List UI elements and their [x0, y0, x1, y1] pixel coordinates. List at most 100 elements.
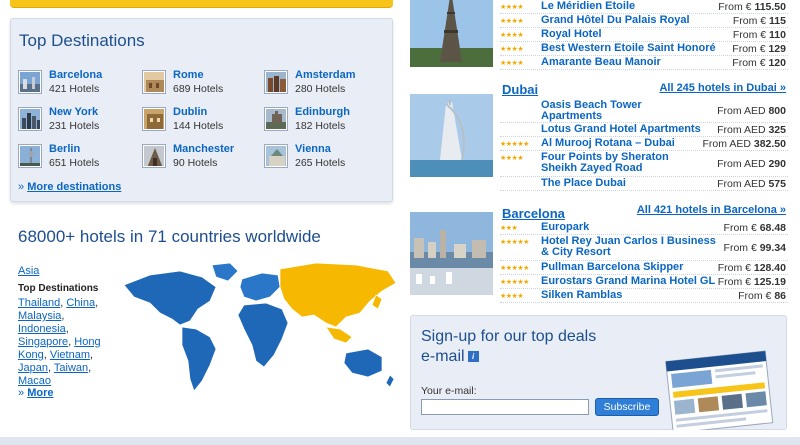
destination-barcelona[interactable]: Barcelona 421 Hotels	[19, 69, 139, 99]
destination-count: 265 Hotels	[295, 157, 346, 169]
hotel-name[interactable]: Grand Hôtel Du Palais Royal	[541, 15, 690, 26]
map-australia	[343, 348, 383, 378]
hotel-row[interactable]: ★★★★★ Pullman Barcelona Skipper From € 1…	[500, 261, 788, 275]
hotel-row[interactable]: Lotus Grand Hotel Apartments From AED 32…	[500, 123, 788, 137]
hotel-name[interactable]: Hotel Rey Juan Carlos I Business & City …	[541, 236, 716, 258]
destination-name[interactable]: Barcelona	[49, 69, 102, 81]
star-rating: ★★★★	[500, 4, 524, 11]
destination-rome[interactable]: Rome 689 Hotels	[143, 69, 263, 99]
signup-title-line1: Sign-up for our top deals	[421, 328, 597, 345]
destination-edinburgh[interactable]: Edinburgh 182 Hotels	[265, 106, 385, 136]
more-prefix: »	[18, 181, 25, 193]
paris-photo[interactable]	[410, 0, 493, 67]
signup-title: Sign-up for our top deals e-mail i	[421, 327, 596, 367]
hotel-price: From € 115.50	[718, 1, 786, 13]
country-link[interactable]: China	[66, 297, 95, 309]
destination-manchester[interactable]: Manchester 90 Hotels	[143, 143, 263, 173]
info-icon[interactable]: i	[467, 351, 479, 363]
country-link[interactable]: Vietnam	[50, 349, 90, 361]
destination-vienna[interactable]: Vienna 265 Hotels	[265, 143, 385, 173]
hotel-name[interactable]: Best Western Etoile Saint Honoré	[541, 43, 716, 54]
dubai-photo[interactable]	[410, 94, 493, 177]
hotel-name[interactable]: Pullman Barcelona Skipper	[541, 262, 683, 273]
destination-amsterdam[interactable]: Amsterdam 280 Hotels	[265, 69, 385, 99]
hotel-row[interactable]: ★★★★ Best Western Etoile Saint Honoré Fr…	[500, 42, 788, 56]
more-destinations-link[interactable]: More destinations	[27, 181, 121, 193]
hotel-row[interactable]: Oasis Beach Tower Apartments From AED 80…	[500, 99, 788, 123]
hotel-price: From € 86	[738, 290, 786, 302]
hotel-name[interactable]: Amarante Beau Manoir	[541, 57, 661, 68]
subscribe-button[interactable]: Subscribe	[595, 398, 659, 416]
map-southeast-asia	[325, 326, 353, 344]
vienna-thumbnail	[265, 145, 287, 167]
map-europe	[239, 272, 281, 302]
all-hotels-dubai-link[interactable]: All 245 hotels in Dubai »	[659, 82, 786, 94]
hotel-name[interactable]: Oasis Beach Tower Apartments	[541, 100, 671, 122]
country-link[interactable]: Malaysia	[18, 310, 61, 322]
hotel-name[interactable]: Silken Ramblas	[541, 290, 622, 301]
city-name-barcelona[interactable]: Barcelona	[502, 206, 565, 221]
region-more[interactable]: » More	[18, 387, 53, 399]
hotel-row[interactable]: The Place Dubai From AED 575	[500, 177, 788, 191]
destination-count: 421 Hotels	[49, 83, 100, 95]
star-rating: ★★★	[500, 225, 518, 232]
rome-thumbnail	[143, 71, 165, 93]
hotel-name[interactable]: Eurostars Grand Marina Hotel GL	[541, 276, 715, 287]
destination-new-york[interactable]: New York 231 Hotels	[19, 106, 139, 136]
hotel-row[interactable]: ★★★★ Amarante Beau Manoir From € 120	[500, 56, 788, 70]
destination-name[interactable]: Edinburgh	[295, 106, 350, 118]
destination-dublin[interactable]: Dublin 144 Hotels	[143, 106, 263, 136]
hotel-price: From € 125.19	[717, 276, 786, 288]
hotel-name[interactable]: Four Points by Sheraton Sheikh Zayed Roa…	[541, 152, 681, 174]
destination-name[interactable]: Dublin	[173, 106, 207, 118]
hotel-name[interactable]: The Place Dubai	[541, 178, 626, 189]
hotel-price: From € 115	[732, 15, 786, 27]
hotel-name[interactable]: Royal Hotel	[541, 29, 602, 40]
email-field[interactable]	[421, 399, 589, 415]
destination-name[interactable]: Manchester	[173, 143, 234, 155]
country-link[interactable]: Japan	[18, 362, 48, 374]
country-link[interactable]: Thailand	[18, 297, 60, 309]
hotel-row[interactable]: ★★★★ Four Points by Sheraton Sheikh Zaye…	[500, 151, 788, 177]
map-south-america	[181, 326, 217, 392]
hotel-row[interactable]: ★★★★★ Al Murooj Rotana – Dubai From AED …	[500, 137, 788, 151]
barcelona-photo[interactable]	[410, 212, 493, 295]
region-link-asia[interactable]: Asia	[18, 265, 39, 277]
hotel-row[interactable]: ★★★★ Royal Hotel From € 110	[500, 28, 788, 42]
map-asia	[279, 262, 397, 328]
destination-berlin[interactable]: Berlin 651 Hotels	[19, 143, 139, 173]
hotel-row[interactable]: ★★★★ Le Méridien Etoile From € 115.50	[500, 0, 788, 14]
destination-name[interactable]: New York	[49, 106, 98, 118]
destination-name[interactable]: Amsterdam	[295, 69, 356, 81]
destination-name[interactable]: Berlin	[49, 143, 80, 155]
hotel-price: From € 110	[732, 29, 786, 41]
star-rating: ★★★★	[500, 155, 524, 162]
country-link[interactable]: Macao	[18, 375, 51, 387]
hotel-row[interactable]: ★★★★★ Eurostars Grand Marina Hotel GL Fr…	[500, 275, 788, 289]
region-more-link[interactable]: More	[27, 387, 53, 399]
hotel-name[interactable]: Europark	[541, 222, 589, 233]
hotel-price: From AED 325	[717, 124, 786, 136]
hotel-name[interactable]: Le Méridien Etoile	[541, 1, 635, 12]
map-north-america	[123, 270, 217, 326]
country-link[interactable]: Indonesia	[18, 323, 66, 335]
country-link[interactable]: Taiwan	[54, 362, 88, 374]
destination-name[interactable]: Rome	[173, 69, 204, 81]
berlin-thumbnail	[19, 145, 41, 167]
map-new-zealand	[385, 374, 395, 388]
all-hotels-barcelona-link[interactable]: All 421 hotels in Barcelona »	[637, 204, 786, 216]
country-link[interactable]: Singapore	[18, 336, 68, 348]
destination-count: 231 Hotels	[49, 120, 100, 132]
more-destinations[interactable]: » More destinations	[18, 181, 121, 193]
hotel-row[interactable]: ★★★★ Grand Hôtel Du Palais Royal From € …	[500, 14, 788, 28]
hotel-row[interactable]: ★★★ Europark From € 68.48	[500, 221, 788, 235]
hotel-row[interactable]: ★★★★★ Hotel Rey Juan Carlos I Business &…	[500, 235, 788, 261]
hotel-row[interactable]: ★★★★ Silken Ramblas From € 86	[500, 289, 788, 303]
hotel-name[interactable]: Lotus Grand Hotel Apartments	[541, 124, 701, 135]
city-name-dubai[interactable]: Dubai	[502, 82, 538, 97]
destination-name[interactable]: Vienna	[295, 143, 331, 155]
barcelona-thumbnail	[19, 71, 41, 93]
hotel-name[interactable]: Al Murooj Rotana – Dubai	[541, 138, 675, 149]
city-block-paris: ★★★★ Le Méridien Etoile From € 115.50 ★★…	[410, 0, 788, 70]
world-map[interactable]	[120, 257, 400, 397]
